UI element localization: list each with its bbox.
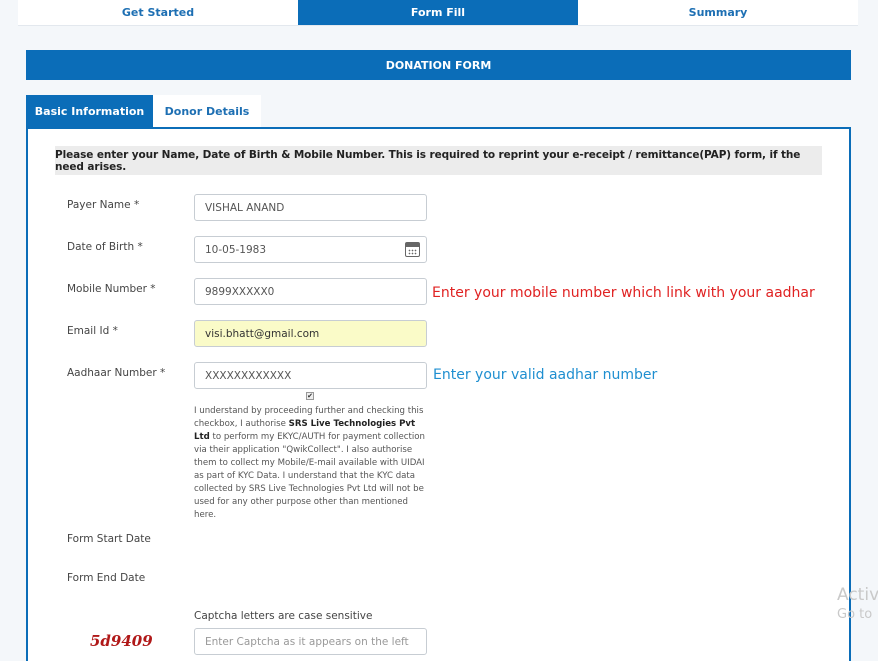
aadhaar-hint: Enter your valid aadhar number [433,367,658,383]
mobile-hint: Enter your mobile number which link with… [432,285,815,301]
form-start-date-label: Form Start Date [67,533,151,545]
activation-watermark: Activ Go to [837,585,878,625]
payer-name-label: Payer Name * [67,199,140,211]
watermark-line1: Activ [837,585,878,605]
aadhaar-input[interactable]: XXXXXXXXXXXX [194,362,427,389]
payer-name-input[interactable]: VISHAL ANAND [194,194,427,221]
mobile-input[interactable]: 9899XXXXX0 [194,278,427,305]
form-title-banner: DONATION FORM [26,50,851,80]
email-label: Email Id * [67,325,118,337]
step-get-started[interactable]: Get Started [18,0,298,25]
email-input[interactable]: visi.bhatt@gmail.com [194,320,427,347]
dob-input[interactable]: 10-05-1983 [194,236,427,263]
consent-part2: to perform my EKYC/AUTH for payment coll… [194,432,425,520]
form-panel [26,127,851,661]
dob-label: Date of Birth * [67,241,143,253]
calendar-icon[interactable] [405,242,420,257]
info-notice: Please enter your Name, Date of Birth & … [55,146,822,175]
watermark-line2: Go to [837,607,873,622]
consent-checkbox[interactable]: ✔ [306,392,314,400]
captcha-note: Captcha letters are case sensitive [194,610,373,622]
tab-donor-details[interactable]: Donor Details [153,95,261,128]
form-end-date-label: Form End Date [67,572,146,584]
form-tabs: Basic Information Donor Details [26,95,261,128]
captcha-input[interactable]: Enter Captcha as it appears on the left [194,628,427,655]
mobile-label: Mobile Number * [67,283,156,295]
step-summary[interactable]: Summary [578,0,858,25]
tab-basic-information[interactable]: Basic Information [26,95,153,128]
dob-value: 10-05-1983 [205,243,267,256]
captcha-image: 5d9409 [90,632,153,650]
consent-text: I understand by proceeding further and c… [194,405,430,522]
progress-steps: Get Started Form Fill Summary [18,0,858,26]
step-form-fill[interactable]: Form Fill [298,0,578,25]
aadhaar-label: Aadhaar Number * [67,367,166,379]
